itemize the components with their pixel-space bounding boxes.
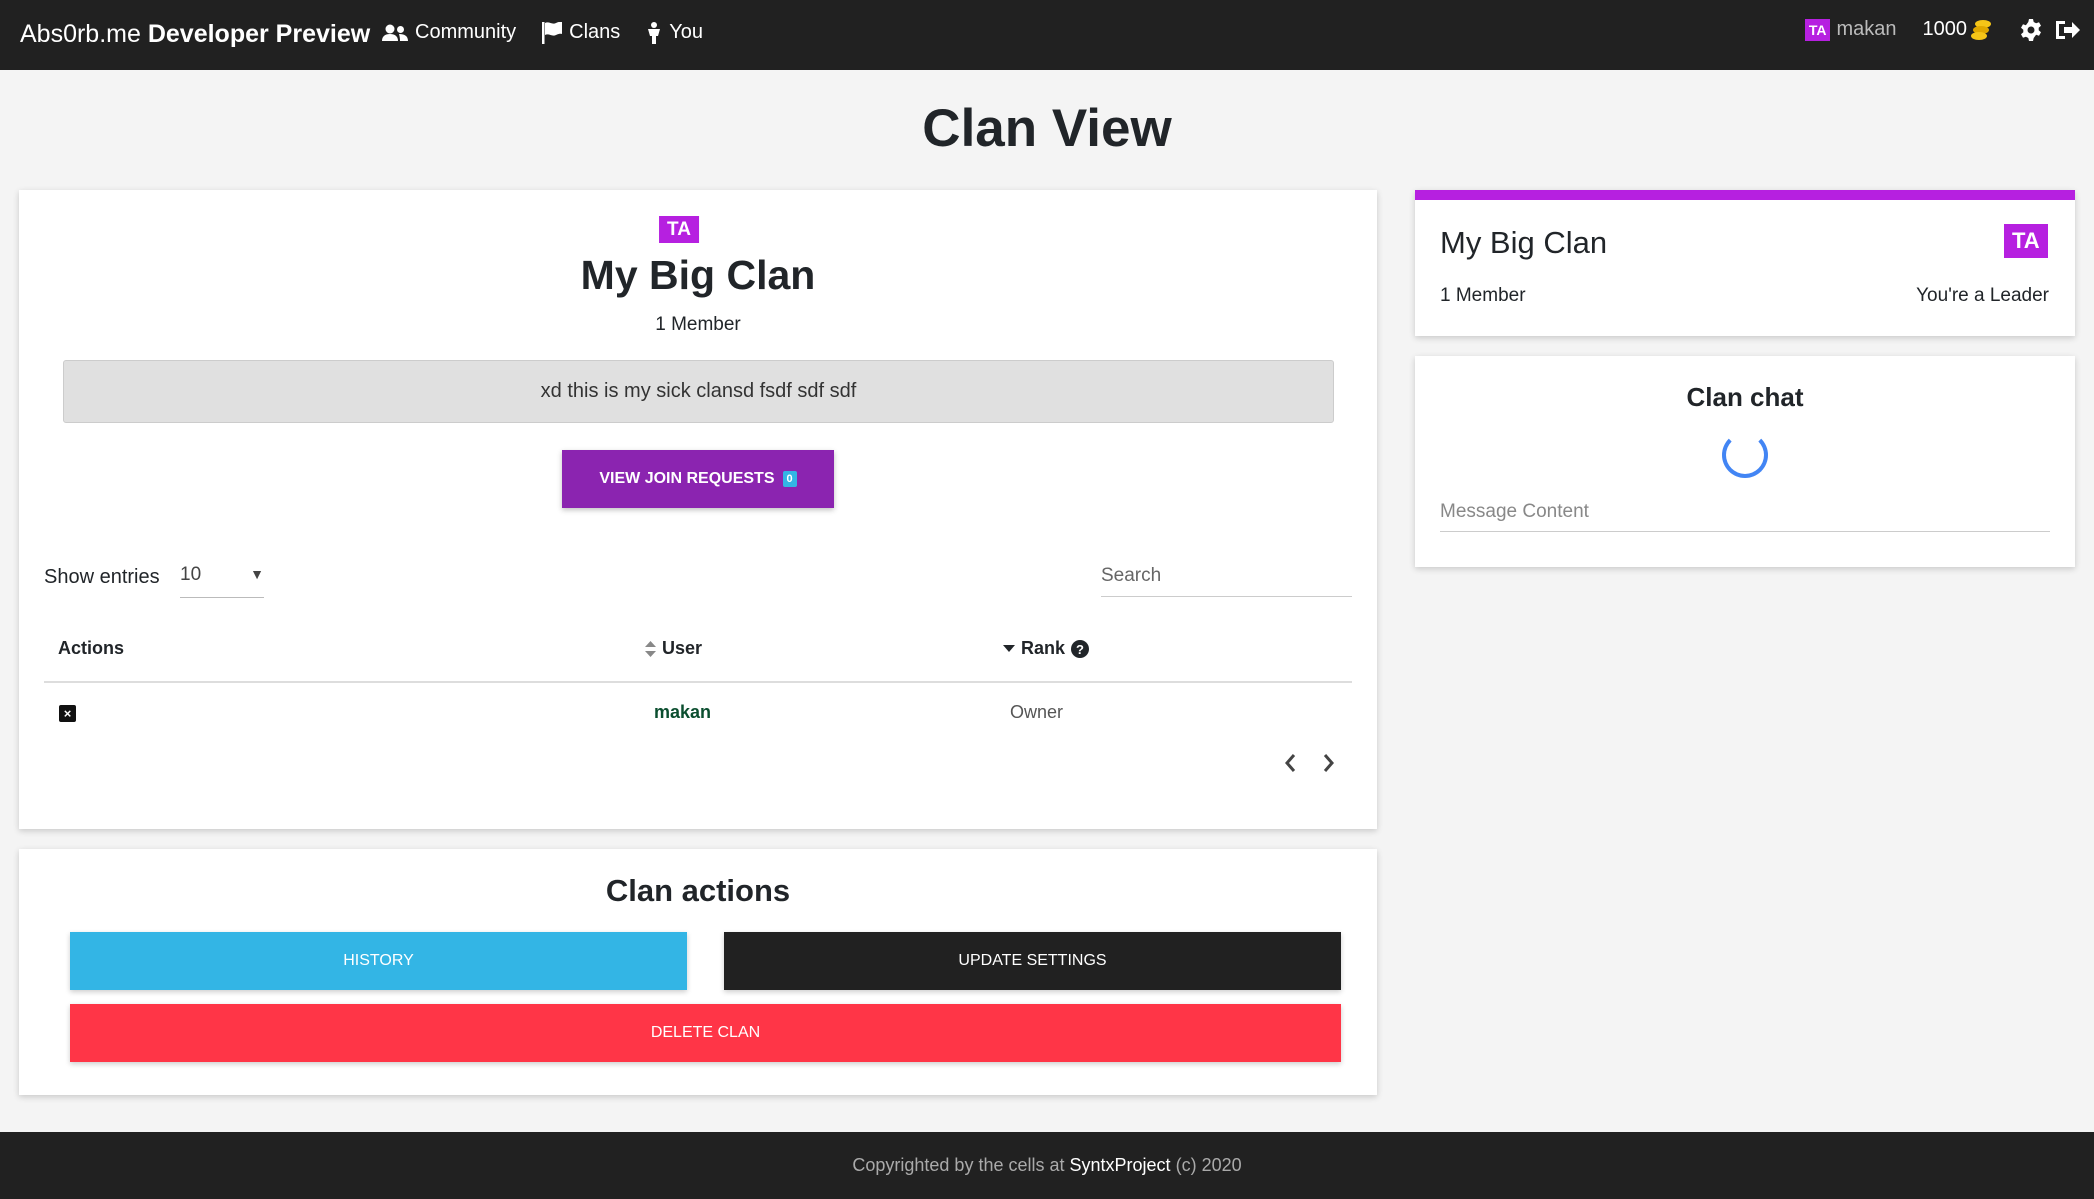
clan-member-count: 1 Member	[655, 314, 741, 335]
flag-icon	[542, 21, 563, 44]
next-page-button[interactable]	[1322, 752, 1336, 780]
entries-select[interactable]: 10 ▼	[180, 558, 264, 598]
nav-links: Community Clans You	[382, 21, 703, 44]
footer-link[interactable]: SyntxProject	[1070, 1155, 1171, 1175]
message-input[interactable]	[1440, 492, 2050, 532]
chevron-left-icon	[1285, 754, 1296, 772]
clan-actions-title: Clan actions	[605, 873, 791, 908]
search-input[interactable]	[1101, 555, 1352, 597]
table-row-rank: Owner	[1010, 702, 1064, 722]
view-join-requests-label: VIEW JOIN REQUESTS	[599, 470, 775, 487]
clan-name: My Big Clan	[580, 252, 816, 298]
th-rank[interactable]: Rank ?	[1003, 638, 1090, 659]
brand-name: Abs0rb.me	[20, 20, 141, 48]
summary-clan-name: My Big Clan	[1440, 225, 1608, 260]
nav-you[interactable]: You	[646, 21, 703, 44]
coins-icon	[1971, 19, 1991, 40]
show-entries-label: Show entries	[44, 566, 160, 588]
navbar: Abs0rb.me Developer Preview Community Cl…	[0, 0, 2094, 70]
th-rank-label: Rank	[1021, 638, 1066, 658]
page-title: Clan View	[922, 99, 1172, 158]
nav-you-label: You	[669, 21, 704, 43]
clan-summary-card	[1415, 190, 2075, 336]
join-requests-count-badge: 0	[782, 471, 797, 487]
table-row-user[interactable]: makan	[654, 702, 711, 723]
coin-count: 1000	[1922, 18, 1968, 40]
footer-suffix: (c) 2020	[1175, 1155, 1242, 1175]
th-user[interactable]: User	[645, 638, 702, 659]
nav-clans-label: Clans	[569, 21, 621, 43]
username: makan	[1836, 18, 1897, 40]
entries-value: 10	[180, 564, 202, 585]
question-circle-icon[interactable]: ?	[1071, 639, 1090, 658]
chevron-right-icon	[1323, 754, 1334, 772]
update-settings-button[interactable]: UPDATE SETTINGS	[724, 932, 1341, 990]
summary-role: You're a Leader	[1916, 285, 2049, 306]
nav-clans[interactable]: Clans	[542, 21, 620, 44]
previous-page-button[interactable]	[1283, 752, 1297, 780]
footer: Copyrighted by the cells at SyntxProject…	[0, 1132, 2094, 1199]
remove-member-icon[interactable]: ×	[59, 705, 76, 722]
view-join-requests-button[interactable]: VIEW JOIN REQUESTS 0	[562, 450, 834, 508]
logout-button[interactable]	[2056, 19, 2080, 41]
footer-prefix: Copyrighted by the cells at	[852, 1155, 1065, 1175]
brand-logo[interactable]: Abs0rb.me Developer Preview	[20, 20, 370, 49]
summary-member-count: 1 Member	[1440, 285, 1526, 306]
th-user-label: User	[662, 638, 703, 658]
clan-tag: TA	[659, 216, 699, 243]
table-header-divider	[44, 681, 1352, 683]
clan-chat-title: Clan chat	[1686, 382, 1804, 412]
brand-subtitle: Developer Preview	[147, 20, 371, 48]
th-actions: Actions	[58, 638, 124, 659]
sort-desc-icon	[1003, 644, 1015, 652]
caret-down-icon: ▼	[250, 566, 264, 582]
loading-spinner-icon	[1722, 432, 1768, 478]
nav-right: TA makan 1000	[1804, 18, 2080, 41]
history-button[interactable]: HISTORY	[70, 932, 687, 990]
user-clan-tag: TA	[1804, 18, 1831, 41]
nav-community-label: Community	[415, 21, 517, 43]
user-profile-link[interactable]: TA makan	[1804, 18, 1897, 41]
logout-icon	[2056, 20, 2080, 39]
nav-community[interactable]: Community	[382, 21, 516, 44]
user-icon	[648, 21, 661, 44]
summary-clan-tag: TA	[2004, 224, 2048, 258]
svg-text:?: ?	[1076, 642, 1084, 657]
th-actions-label: Actions	[58, 638, 125, 658]
sort-icon	[645, 640, 656, 657]
coin-balance: 1000	[1923, 18, 1993, 41]
gear-icon	[2021, 18, 2041, 41]
delete-clan-button[interactable]: DELETE CLAN	[70, 1004, 1341, 1062]
settings-button[interactable]	[2020, 18, 2042, 41]
clan-description: xd this is my sick clansd fsdf sdf sdf	[63, 360, 1334, 423]
users-icon	[382, 24, 408, 41]
